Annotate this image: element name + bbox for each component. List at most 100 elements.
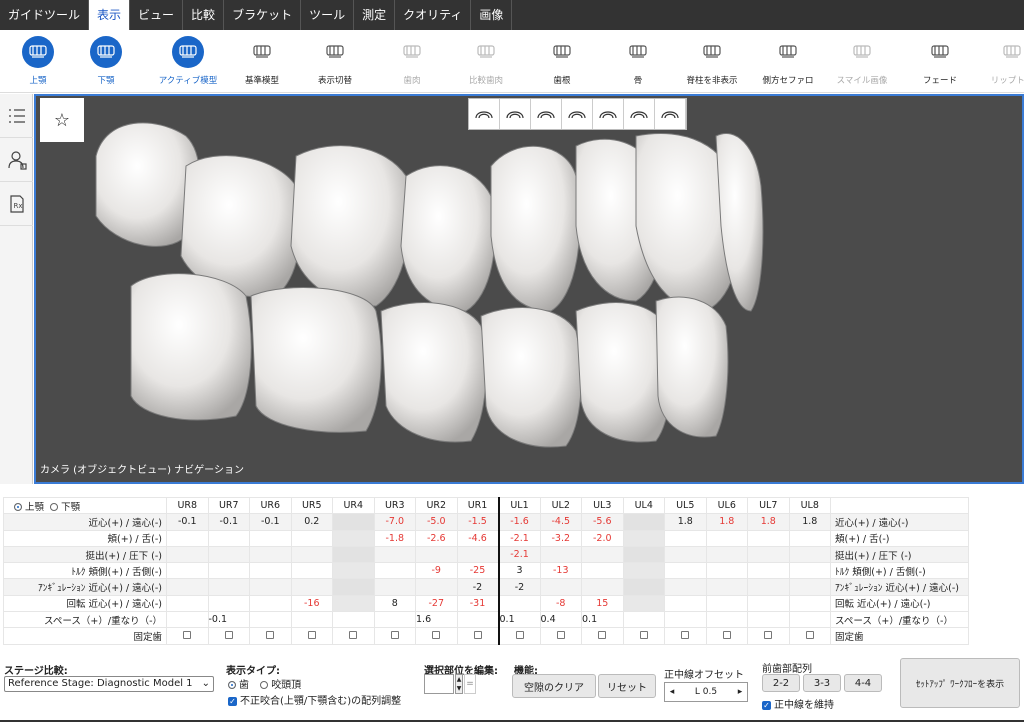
fixed-tooth-checkbox[interactable] bbox=[349, 630, 358, 639]
value-cell[interactable]: -27 bbox=[415, 594, 458, 613]
fixed-tooth-checkbox[interactable] bbox=[722, 630, 731, 639]
value-cell[interactable]: -1.8 bbox=[373, 529, 416, 547]
menu-1[interactable]: 表示 bbox=[89, 0, 131, 30]
value-cell[interactable] bbox=[497, 594, 541, 613]
value-cell[interactable] bbox=[166, 578, 209, 596]
value-cell[interactable] bbox=[622, 529, 665, 547]
value-cell[interactable]: -1.6 bbox=[497, 513, 541, 531]
value-cell[interactable]: -31 bbox=[456, 594, 499, 613]
value-cell[interactable]: 3 bbox=[497, 562, 541, 580]
value-cell[interactable] bbox=[249, 578, 292, 596]
value-cell[interactable] bbox=[332, 529, 375, 547]
value-cell[interactable] bbox=[788, 529, 831, 547]
fixed-tooth-checkbox[interactable] bbox=[307, 630, 316, 639]
value-cell[interactable] bbox=[788, 562, 831, 580]
value-cell[interactable] bbox=[788, 578, 831, 596]
toolbar-lateral-ceph-button[interactable]: 側方セファロ bbox=[748, 34, 828, 86]
value-cell[interactable] bbox=[332, 562, 375, 580]
value-cell[interactable]: -0.1 bbox=[249, 513, 292, 531]
value-cell[interactable]: -2 bbox=[456, 578, 499, 596]
value-cell[interactable] bbox=[373, 562, 416, 580]
value-cell[interactable] bbox=[207, 529, 250, 547]
value-cell[interactable] bbox=[373, 578, 416, 596]
value-cell[interactable]: -3.2 bbox=[539, 529, 582, 547]
front-view-button[interactable] bbox=[531, 99, 562, 129]
menu-0[interactable]: ガイドツール bbox=[0, 0, 90, 30]
value-cell[interactable] bbox=[332, 594, 375, 613]
value-cell[interactable] bbox=[664, 578, 707, 596]
dental-model-render[interactable] bbox=[36, 96, 1024, 484]
value-cell[interactable]: -5.0 bbox=[415, 513, 458, 531]
value-cell[interactable] bbox=[705, 578, 748, 596]
menu-7[interactable]: クオリティ bbox=[395, 0, 472, 30]
value-cell[interactable] bbox=[332, 578, 375, 596]
value-cell[interactable]: -0.1 bbox=[207, 513, 250, 531]
fixed-tooth-checkbox[interactable] bbox=[266, 630, 275, 639]
value-cell[interactable] bbox=[664, 594, 707, 613]
fixed-tooth-checkbox[interactable] bbox=[681, 630, 690, 639]
arrow-right-icon[interactable]: ▸ bbox=[733, 687, 747, 697]
value-cell[interactable] bbox=[788, 594, 831, 613]
value-cell[interactable] bbox=[788, 545, 831, 564]
toolbar-fade-button[interactable]: フェード bbox=[900, 34, 980, 86]
value-cell[interactable] bbox=[332, 545, 375, 564]
value-cell[interactable] bbox=[290, 529, 333, 547]
toolbar-bone-button[interactable]: 骨 bbox=[598, 34, 678, 86]
radio-cusp[interactable] bbox=[260, 681, 269, 689]
menu-2[interactable]: ビュー bbox=[130, 0, 184, 30]
toolbar-lip-trace-button[interactable]: リップトレ bbox=[972, 34, 1024, 86]
value-cell[interactable] bbox=[581, 578, 624, 596]
menu-5[interactable]: ツール bbox=[301, 0, 355, 30]
toolbar-tooth-root-button[interactable]: 歯根 bbox=[522, 34, 602, 86]
value-cell[interactable] bbox=[622, 578, 665, 596]
midline-offset-stepper[interactable]: ◂ L 0.5 ▸ bbox=[664, 682, 748, 702]
toolbar-active-model-button[interactable]: アクティブ模型 bbox=[148, 34, 228, 86]
value-cell[interactable] bbox=[332, 513, 375, 531]
lower-occlusal-button[interactable] bbox=[655, 99, 686, 129]
clear-space-button[interactable]: 空隙のクリア bbox=[512, 674, 596, 698]
radio-tooth[interactable] bbox=[228, 681, 236, 689]
value-cell[interactable]: 0.2 bbox=[290, 513, 333, 531]
upper-occlusal-button[interactable] bbox=[624, 99, 655, 129]
value-cell[interactable]: -0.1 bbox=[166, 513, 209, 531]
value-cell[interactable] bbox=[249, 562, 292, 580]
toolbar-reference-model-button[interactable]: 基準模型 bbox=[222, 34, 302, 86]
front-bite-view-button[interactable] bbox=[562, 99, 593, 129]
value-cell[interactable]: -2.6 bbox=[415, 529, 458, 547]
value-cell[interactable]: -13 bbox=[539, 562, 582, 580]
value-cell[interactable] bbox=[705, 529, 748, 547]
value-cell[interactable]: -4.6 bbox=[456, 529, 499, 547]
keep-midline-checkbox[interactable]: ✓ 正中線を維持 bbox=[762, 696, 834, 711]
value-cell[interactable]: -4.5 bbox=[539, 513, 582, 531]
edit-value-input[interactable] bbox=[424, 674, 454, 694]
fixed-tooth-checkbox[interactable] bbox=[805, 630, 814, 639]
arrow-left-icon[interactable]: ◂ bbox=[665, 687, 679, 697]
anterior-4-4-button[interactable]: 4-4 bbox=[844, 674, 882, 692]
toolbar-gingiva-button[interactable]: 歯肉 bbox=[372, 34, 452, 86]
value-cell[interactable]: -1.5 bbox=[456, 513, 499, 531]
value-cell[interactable] bbox=[622, 594, 665, 613]
value-cell[interactable] bbox=[415, 578, 458, 596]
prescription-button[interactable]: Rx bbox=[0, 182, 33, 226]
value-cell[interactable] bbox=[664, 545, 707, 564]
value-cell[interactable]: 15 bbox=[581, 594, 624, 613]
value-cell[interactable] bbox=[166, 594, 209, 613]
value-cell[interactable] bbox=[622, 562, 665, 580]
value-cell[interactable] bbox=[705, 545, 748, 564]
value-cell[interactable]: -8 bbox=[539, 594, 582, 613]
value-cell[interactable]: 1.8 bbox=[705, 513, 748, 531]
fixed-tooth-checkbox[interactable] bbox=[473, 630, 482, 639]
menu-6[interactable]: 測定 bbox=[354, 0, 396, 30]
fixed-tooth-checkbox[interactable] bbox=[183, 630, 192, 639]
value-cell[interactable] bbox=[249, 594, 292, 613]
anterior-2-2-button[interactable]: 2-2 bbox=[762, 674, 800, 692]
favorite-view-button[interactable]: ☆ bbox=[40, 98, 84, 142]
toolbar-hide-spine-button[interactable]: 脊柱を非表示 bbox=[672, 34, 752, 86]
value-cell[interactable] bbox=[581, 562, 624, 580]
value-cell[interactable] bbox=[664, 562, 707, 580]
value-cell[interactable]: -2.1 bbox=[497, 529, 541, 547]
value-cell[interactable]: 1.8 bbox=[788, 513, 831, 531]
fixed-tooth-checkbox[interactable] bbox=[515, 630, 524, 639]
value-cell[interactable] bbox=[747, 545, 790, 564]
value-cell[interactable]: 1.8 bbox=[747, 513, 790, 531]
